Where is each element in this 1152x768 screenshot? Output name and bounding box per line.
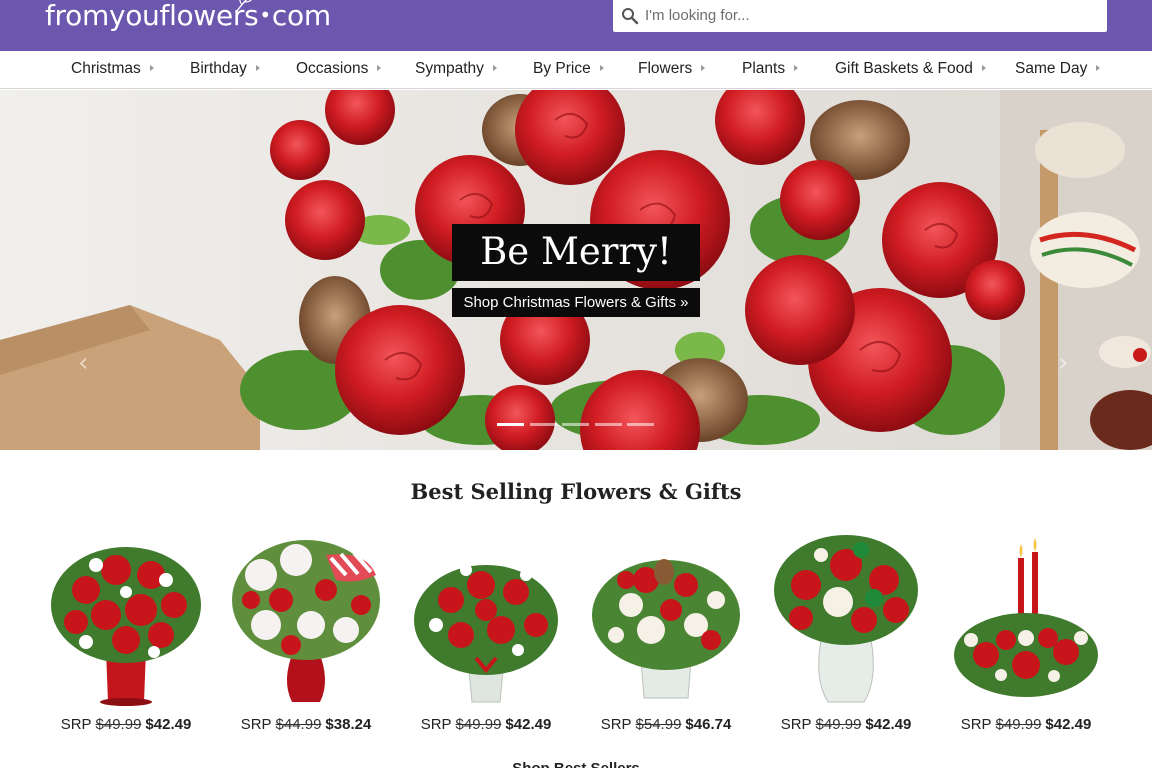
carousel-dot[interactable] [530,423,557,426]
nav-item-sympathy[interactable]: Sympathy [415,60,497,78]
nav-item-label: By Price [533,60,591,77]
srp-label: SRP [60,716,92,733]
site-logo[interactable]: fromyouflowers•com [45,0,331,34]
product-price: SRP $44.99 $38.24 [226,716,386,733]
nav-item-label: Same Day [1015,60,1088,77]
sale-price: $42.49 [1045,716,1092,733]
sale-price: $42.49 [145,716,192,733]
product-price: SRP $49.99 $42.49 [766,716,926,733]
search-input[interactable] [645,0,1095,30]
nav-item-label: Occasions [296,60,369,77]
nav-item-flowers[interactable]: Flowers [638,60,706,78]
logo-text-tld: com [271,0,331,32]
caret-right-icon [492,65,497,71]
product-card[interactable]: SRP $49.99 $42.49 [46,530,206,740]
shop-best-sellers-link[interactable]: Shop Best Sellers [0,760,1152,768]
original-price: $54.99 [635,716,682,733]
srp-label: SRP [240,716,272,733]
product-card[interactable]: SRP $49.99 $42.49 [946,530,1106,740]
logo-text: fromyouflowers [45,0,259,32]
carousel-dot[interactable] [497,423,524,426]
srp-label: SRP [780,716,812,733]
srp-label: SRP [420,716,452,733]
product-price: SRP $54.99 $46.74 [586,716,746,733]
nav-item-birthday[interactable]: Birthday [190,60,260,78]
hero-cta-link[interactable]: Shop Christmas Flowers & Gifts » [452,288,700,317]
srp-label: SRP [960,716,992,733]
carousel-dot[interactable] [562,423,589,426]
product-image [51,547,201,706]
product-image [954,538,1098,697]
product-image [592,559,740,699]
carousel-next-arrow-icon[interactable]: › [1058,348,1068,378]
nav-item-label: Flowers [638,60,693,77]
sale-price: $42.49 [865,716,912,733]
site-header: fromyouflowers•com [0,0,1152,51]
nav-item-label: Christmas [71,60,141,77]
product-price: SRP $49.99 $42.49 [406,716,566,733]
caret-right-icon [794,65,799,71]
section-title: Best Selling Flowers & Gifts [410,479,742,504]
caret-right-icon [377,65,382,71]
nav-item-label: Sympathy [415,60,484,77]
product-card[interactable]: SRP $49.99 $42.49 [766,530,926,740]
carousel-dot[interactable] [595,423,622,426]
sale-price: $42.49 [505,716,552,733]
carousel-prev-arrow-icon[interactable]: ‹ [78,348,88,378]
nav-item-gift-baskets-food[interactable]: Gift Baskets & Food [835,60,986,78]
caret-right-icon [1096,65,1101,71]
logo-dot: • [259,3,271,27]
sale-price: $46.74 [685,716,732,733]
product-price: SRP $49.99 $42.49 [46,716,206,733]
original-price: $49.99 [455,716,502,733]
sale-price: $38.24 [325,716,372,733]
caret-right-icon [599,65,604,71]
original-price: $49.99 [995,716,1042,733]
search-icon[interactable] [621,7,639,25]
logo-flower-icon [236,0,252,12]
product-image [414,564,558,703]
caret-right-icon [255,65,260,71]
search-box [613,0,1107,32]
product-card[interactable]: SRP $49.99 $42.49 [406,530,566,740]
product-price: SRP $49.99 $42.49 [946,716,1106,733]
caret-right-icon [981,65,986,71]
hero-title: Be Merry! [452,224,700,281]
product-image [774,535,918,703]
nav-item-same-day[interactable]: Same Day [1015,60,1101,78]
original-price: $44.99 [275,716,322,733]
product-image [232,540,380,702]
caret-right-icon [701,65,706,71]
nav-item-occasions[interactable]: Occasions [296,60,382,78]
nav-item-label: Gift Baskets & Food [835,60,973,77]
nav-item-label: Plants [742,60,786,77]
caret-right-icon [149,65,154,71]
product-card[interactable]: SRP $44.99 $38.24 [226,530,386,740]
original-price: $49.99 [95,716,142,733]
main-nav: Christmas Birthday Occasions Sympathy By… [0,51,1152,89]
srp-label: SRP [600,716,632,733]
original-price: $49.99 [815,716,862,733]
nav-item-plants[interactable]: Plants [742,60,799,78]
nav-item-label: Birthday [190,60,247,77]
nav-item-christmas[interactable]: Christmas [71,60,154,78]
nav-item-by-price[interactable]: By Price [533,60,604,78]
carousel-dot[interactable] [627,423,654,426]
product-card[interactable]: SRP $54.99 $46.74 [586,530,746,740]
